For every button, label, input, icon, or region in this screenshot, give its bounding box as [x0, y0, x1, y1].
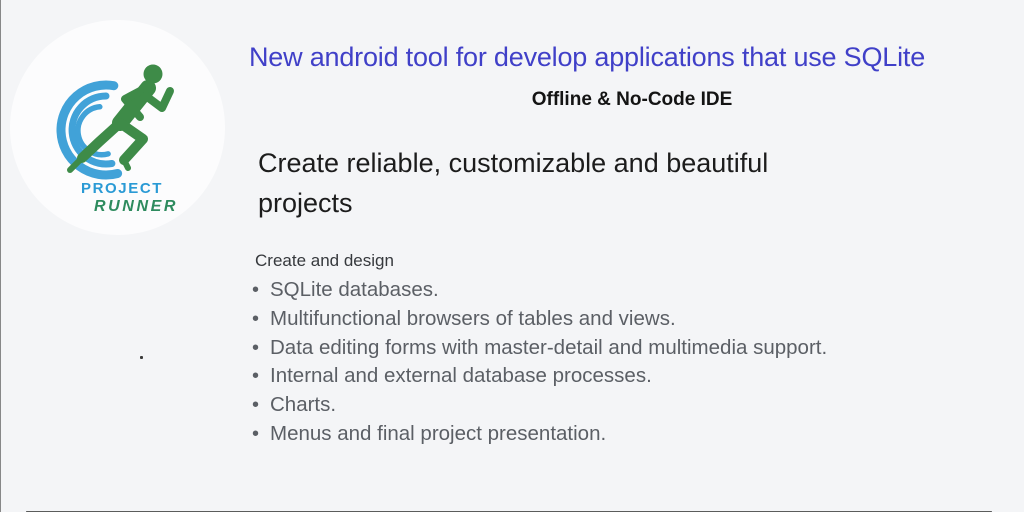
list-item: • Data editing forms with master-detail … [252, 335, 952, 364]
bullet-dot: • [252, 279, 260, 301]
stray-period-dot [140, 356, 143, 359]
feature-text: Multifunctional browsers of tables and v… [270, 306, 676, 330]
logo-project-text: PROJECT [81, 180, 164, 197]
list-item: • Internal and external database process… [252, 363, 952, 392]
feature-text: Data editing forms with master-detail an… [270, 335, 828, 359]
page-subtitle: Offline & No-Code IDE [531, 89, 733, 110]
feature-text: Internal and external database processes… [270, 364, 652, 388]
list-item: • Charts. [252, 392, 952, 421]
bullet-dot: • [252, 365, 260, 388]
project-runner-logo: PROJECT RUNNER [0, 0, 245, 250]
bullet-dot: • [252, 307, 260, 330]
main-heading: Create reliable, customizable and beauti… [258, 148, 769, 218]
feature-text: Charts. [270, 393, 337, 417]
list-item: • Menus and final project presentation. [252, 421, 952, 450]
feature-list-intro: Create and design [255, 251, 394, 270]
bullet-dot: • [252, 394, 260, 417]
feature-list: • SQLite databases. • Multifunctional br… [252, 277, 952, 450]
bullet-dot: • [252, 422, 260, 445]
list-item: • SQLite databases. [252, 277, 952, 306]
feature-text: Menus and final project presentation. [270, 421, 607, 445]
page-title: New android tool for develop application… [249, 42, 926, 72]
list-item: • Multifunctional browsers of tables and… [252, 306, 952, 335]
logo-runner-text: RUNNER [94, 198, 179, 215]
feature-text: SQLite databases. [270, 278, 439, 301]
bullet-dot: • [252, 336, 260, 359]
